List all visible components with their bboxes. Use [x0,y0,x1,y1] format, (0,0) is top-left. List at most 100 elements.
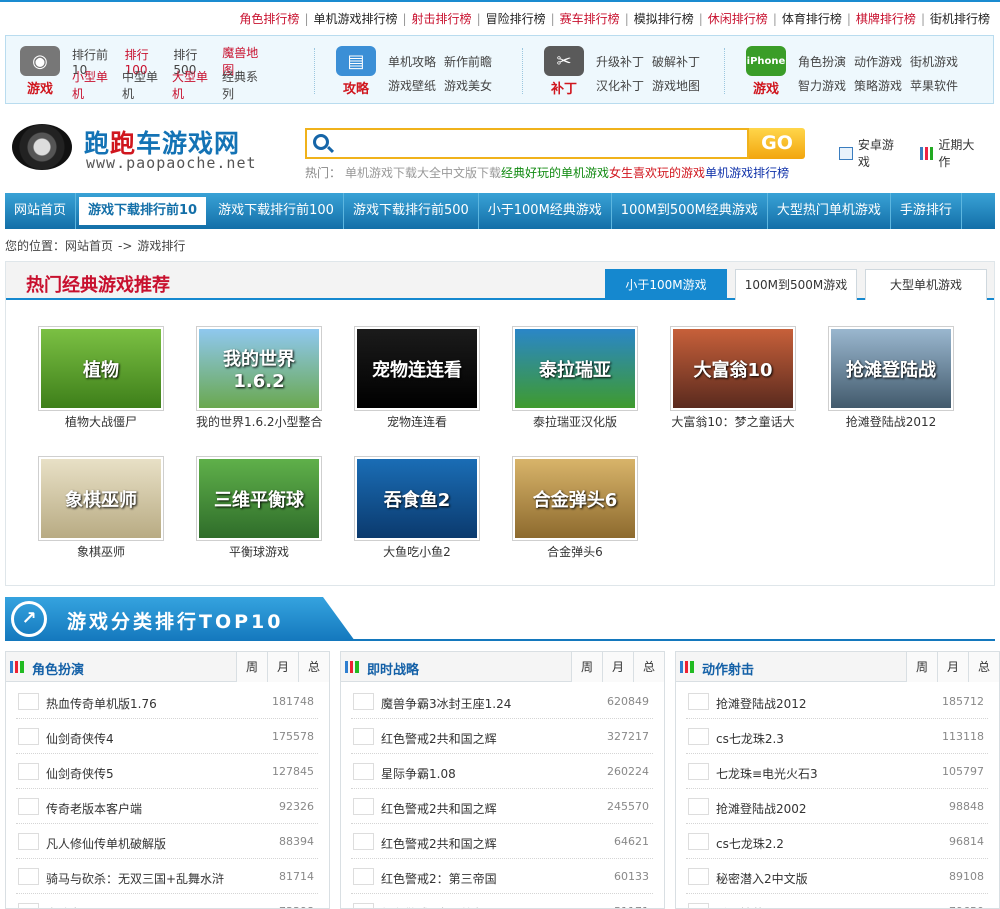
rank-game-name[interactable]: 红色警戒2：第三帝国 [381,870,497,887]
rank-row[interactable]: 凡人修仙传单机破解版 88394 [16,824,318,859]
nav-item[interactable]: 大型热门单机游戏 [768,193,891,229]
rank-row[interactable]: 红色警戒2共和国之辉 245570 [351,789,653,824]
nav-item[interactable]: 游戏下载排行前500 [344,193,479,229]
rank-row[interactable]: 鬼武者 73398 [16,894,318,908]
game-name[interactable]: 平衡球游戏 [196,543,322,560]
rank-game-name[interactable]: 仙剑奇侠传4 [46,730,114,747]
game-name[interactable]: 泰拉瑞亚汉化版 [512,413,638,430]
rank-panel-title[interactable]: 即时战略 [367,659,419,678]
rank-game-name[interactable]: 红色警戒2共和国之辉 [381,800,497,817]
rank-game-name[interactable]: 魔兽争霸3冰封王座1.24 [381,695,511,712]
rank-row[interactable]: 七龙珠≡电光火石3 105797 [686,754,988,789]
rank-row[interactable]: 热血传奇单机版1.76 181748 [16,684,318,719]
game-thumbnail[interactable]: 吞食鱼2 [354,456,480,541]
game-thumbnail[interactable]: 象棋巫师 [38,456,164,541]
category-link[interactable]: 新作前瞻 [444,53,492,70]
nav-item[interactable]: 100M到500M经典游戏 [612,193,768,229]
search-go-button[interactable]: GO [749,128,805,159]
game-thumbnail[interactable]: 大富翁10 [670,326,796,411]
category-link[interactable]: 中型单机 [122,68,164,102]
game-card[interactable]: 抢滩登陆战 抢滩登陆战2012 [828,326,954,430]
game-name[interactable]: 大鱼吃小鱼2 [354,543,480,560]
rank-game-name[interactable]: 红色警戒2共和国之辉 [381,730,497,747]
rank-game-name[interactable]: 抢滩登陆战2012 [716,695,807,712]
rank-period-tab[interactable]: 周 [906,652,937,682]
hot-search-link[interactable]: 女生喜欢玩的游戏 [609,166,705,180]
rank-game-name[interactable]: cs七龙珠2.3 [716,730,784,747]
game-name[interactable]: 大富翁10：梦之童话大 [670,413,796,430]
category-link[interactable]: 单机攻略 [388,53,436,70]
rank-game-name[interactable]: 星际争霸1.08 [381,765,456,782]
game-thumbnail[interactable]: 合金弹头6 [512,456,638,541]
rank-game-name[interactable]: 七龙珠≡电光火石3 [716,765,818,782]
game-card[interactable]: 泰拉瑞亚泰拉瑞亚汉化版 [512,326,638,430]
category-link[interactable]: 街机游戏 [910,53,958,70]
game-thumbnail[interactable]: 宠物连连看 [354,326,480,411]
game-card[interactable]: 三维平衡球 平衡球游戏 [196,456,322,560]
top-rank-link[interactable]: 单机游戏排行榜 [313,10,397,27]
hot-search-link[interactable]: 经典好玩的单机游戏 [501,166,609,180]
rank-row[interactable]: 抢滩登陆战2012 185712 [686,684,988,719]
game-name[interactable]: 我的世界1.6.2小型整合 [196,413,323,430]
hot-search-link[interactable]: 单机游戏下载大全中文版下载 [345,166,501,180]
game-card[interactable]: 大富翁10 大富翁10：梦之童话大 [670,326,796,430]
rank-game-name[interactable]: 传奇老版本客户端 [46,800,142,817]
rank-period-tab[interactable]: 总 [968,652,999,682]
category-link[interactable]: 游戏地图 [652,77,700,94]
category-icon-block[interactable]: ◉ 游戏 [16,46,64,97]
category-link[interactable]: 策略游戏 [854,77,902,94]
rank-row[interactable]: 骑马与砍杀：无双三国+乱舞水浒 81714 [16,859,318,894]
nav-item[interactable]: 网站首页 [5,193,77,229]
game-name[interactable]: 植物大战僵尸 [38,413,164,430]
category-link[interactable]: 智力游戏 [798,77,846,94]
rank-period-tab[interactable]: 月 [937,652,968,682]
category-icon-block[interactable]: ✂ 补丁 [540,46,588,97]
rank-row[interactable]: 仙剑奇侠传4 175578 [16,719,318,754]
category-icon-block[interactable]: iPhone 游戏 [742,46,790,97]
rank-row[interactable]: 红色警戒2共和国之辉 64621 [351,824,653,859]
category-link[interactable]: 角色扮演 [798,53,846,70]
category-link[interactable]: 破解补丁 [652,53,700,70]
nav-item[interactable]: 游戏下载排行前100 [209,193,344,229]
rank-row[interactable]: 传奇老版本客户端 92326 [16,789,318,824]
tab-under-100m[interactable]: 小于100M游戏 [605,269,727,300]
rank-row[interactable]: cs七龙珠2.2 96814 [686,824,988,859]
hot-search-link[interactable]: 单机游戏排行榜 [705,166,789,180]
rank-period-tab[interactable]: 月 [602,652,633,682]
game-thumbnail[interactable]: 我的世界1.6.2 [196,326,322,411]
rank-panel-title[interactable]: 角色扮演 [32,659,84,678]
rank-game-name[interactable]: 抢滩登陆战2002 [716,800,807,817]
rank-game-name[interactable]: 鬼武者 [46,905,82,908]
rank-row[interactable]: cs七龙珠2.3 113118 [686,719,988,754]
rank-row[interactable]: 魔兽争霸3冰封王座1.24 620849 [351,684,653,719]
rank-game-name[interactable]: 红色警戒2共和国之辉 [381,835,497,852]
rank-period-tab[interactable]: 周 [571,652,602,682]
game-thumbnail[interactable]: 泰拉瑞亚 [512,326,638,411]
game-thumbnail[interactable]: 抢滩登陆战 [828,326,954,411]
game-card[interactable]: 吞食鱼2 大鱼吃小鱼2 [354,456,480,560]
game-name[interactable]: 象棋巫师 [38,543,164,560]
rank-game-name[interactable]: 秘密潜入2中文版 [716,870,808,887]
rank-period-tab[interactable]: 周 [236,652,267,682]
top-rank-link[interactable]: 射击排行榜 [412,10,472,27]
rank-row[interactable]: 仙剑奇侠传5 127845 [16,754,318,789]
android-games-link[interactable]: 安卓游戏 [858,136,906,170]
rank-row[interactable]: 反恐精英CS1.6 79650 [686,894,988,908]
nav-item[interactable]: 游戏下载排行前10 [79,197,207,225]
top-rank-link[interactable]: 休闲排行榜 [708,10,768,27]
site-logo[interactable]: 跑跑车游戏网 www.paopaoche.net [12,122,272,174]
category-link[interactable]: 游戏美女 [444,77,492,94]
game-thumbnail[interactable]: 植物 [38,326,164,411]
rank-game-name[interactable]: 红色警戒3中日战争 [381,905,485,908]
breadcrumb-current[interactable]: 游戏排行 [137,239,185,253]
game-card[interactable]: 象棋巫师 象棋巫师 [38,456,164,560]
rank-row[interactable]: 秘密潜入2中文版 89108 [686,859,988,894]
top-rank-link[interactable]: 棋牌排行榜 [856,10,916,27]
rank-period-tab[interactable]: 总 [298,652,329,682]
rank-row[interactable]: 星际争霸1.08 260224 [351,754,653,789]
top-rank-link[interactable]: 体育排行榜 [782,10,842,27]
category-link[interactable]: 小型单机 [72,68,114,102]
rank-game-name[interactable]: 反恐精英CS1.6 [716,905,799,908]
rank-game-name[interactable]: cs七龙珠2.2 [716,835,784,852]
rank-game-name[interactable]: 热血传奇单机版1.76 [46,695,157,712]
